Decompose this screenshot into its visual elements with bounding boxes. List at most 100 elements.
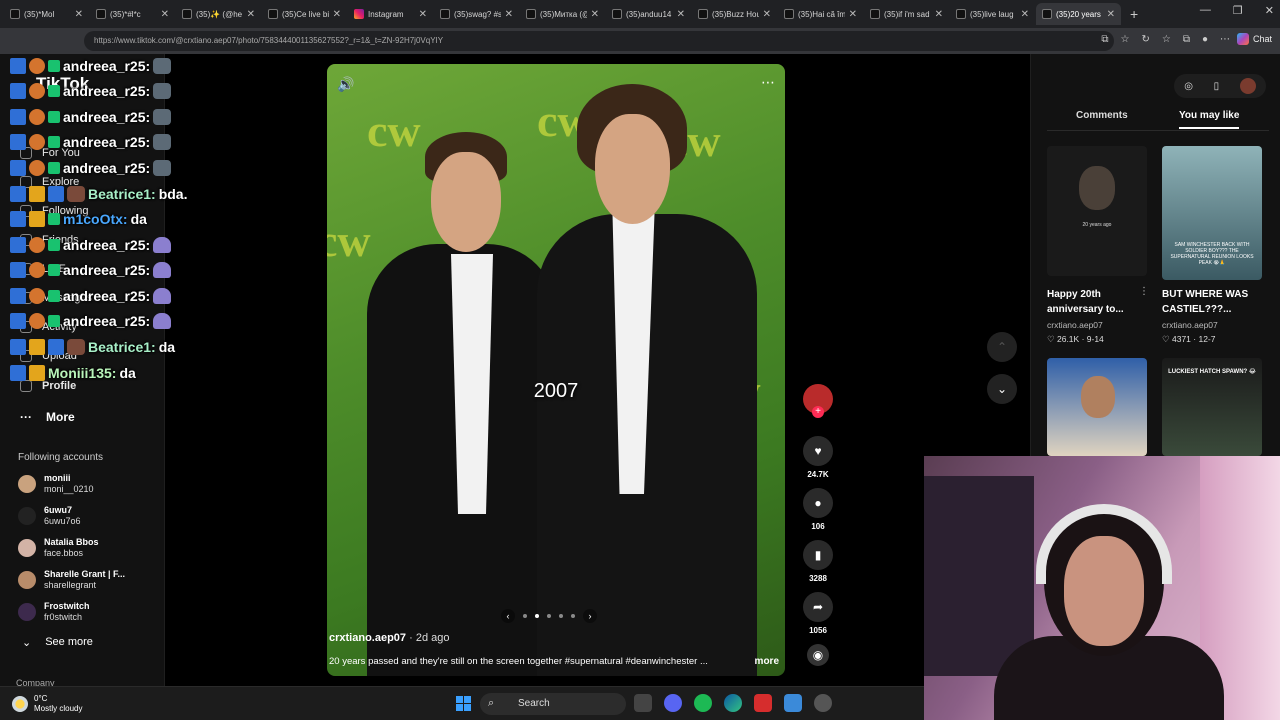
maximize-icon[interactable]: ❐ <box>1233 4 1243 17</box>
close-icon[interactable]: ✕ <box>763 9 771 20</box>
close-icon[interactable]: ✕ <box>591 9 599 20</box>
store-icon[interactable] <box>784 694 802 712</box>
close-window-icon[interactable]: ✕ <box>1265 4 1274 17</box>
like-button[interactable]: ♥ 24.7K <box>800 436 836 479</box>
collections-icon[interactable]: ⧉ <box>1183 34 1190 45</box>
spotify-icon[interactable] <box>694 694 712 712</box>
browser-tab-bar: (35)*Mol ✕ (35)*#l*c ✕ (35)✨ (@he ✕ (35)Ce … <box>0 0 1280 28</box>
browser-tab[interactable]: (35)Buzz Hou ✕ <box>692 3 777 25</box>
carousel-dot[interactable] <box>547 614 551 618</box>
browser-tab[interactable]: (35)*#l*c ✕ <box>90 3 175 25</box>
browser-tab[interactable]: (35)swag? #s ✕ <box>434 3 519 25</box>
browser-tab[interactable]: (35)*Mol ✕ <box>4 3 89 25</box>
suggested-title[interactable]: Happy 20th anniversary to... <box>1047 287 1139 317</box>
carousel-dot[interactable] <box>559 614 563 618</box>
suggested-title[interactable]: BUT WHERE WAS CASTIEL???... <box>1162 287 1254 317</box>
prev-photo-button[interactable]: ‹ <box>501 609 515 623</box>
phone-icon[interactable]: ▯ <box>1214 81 1220 92</box>
next-post-button[interactable]: ⌄ <box>987 374 1017 404</box>
close-icon[interactable]: ✕ <box>1021 9 1029 20</box>
task-view-icon[interactable] <box>634 694 652 712</box>
more-button[interactable]: ··· More <box>20 410 75 424</box>
browser-tab[interactable]: Instagram ✕ <box>348 3 433 25</box>
app-icon[interactable] <box>754 694 772 712</box>
volume-icon[interactable]: 🔊 <box>337 76 354 93</box>
suggested-thumbnail[interactable]: 20 years ago <box>1047 146 1147 276</box>
close-icon[interactable]: ✕ <box>1107 9 1115 20</box>
follow-plus-icon[interactable]: + <box>812 406 824 418</box>
author-avatar-button[interactable]: + <box>800 384 836 418</box>
copilot-chat-button[interactable]: Chat <box>1236 33 1272 45</box>
windows-start-icon[interactable] <box>456 696 471 711</box>
see-more-button[interactable]: ⌄ See more <box>22 636 93 649</box>
extensions-icon[interactable]: ⧉ <box>1101 34 1108 45</box>
browser-tab[interactable]: (35)if i'm sad ✕ <box>864 3 949 25</box>
heart-outline-icon: ♡ <box>1047 334 1057 344</box>
tab-you-may-like[interactable]: You may like <box>1179 110 1240 129</box>
suggested-user[interactable]: crxtiano.aep07 <box>1162 320 1218 330</box>
music-disc-button[interactable]: ◉ <box>800 644 836 666</box>
close-icon[interactable]: ✕ <box>247 9 255 20</box>
post-author[interactable]: crxtiano.aep07 · 2d ago <box>329 632 449 644</box>
discord-icon[interactable] <box>664 694 682 712</box>
browser-tab[interactable]: (35)✨ (@he ✕ <box>176 3 261 25</box>
new-tab-button[interactable]: + <box>1130 6 1138 22</box>
close-icon[interactable]: ✕ <box>505 9 513 20</box>
close-icon[interactable]: ✕ <box>849 9 857 20</box>
following-account[interactable]: Frostwitch fr0stwitch <box>18 601 90 623</box>
carousel-dot[interactable] <box>523 614 527 618</box>
compass-icon[interactable]: ◎ <box>1184 81 1193 92</box>
share-button[interactable]: ➦ 1056 <box>800 592 836 635</box>
previous-post-button[interactable]: ⌃ <box>987 332 1017 362</box>
comment-button[interactable]: ● 106 <box>800 488 836 531</box>
caption-more-button[interactable]: more <box>755 656 779 667</box>
suggested-thumbnail[interactable]: LUCKIEST HATCH SPAWN? 😂 <box>1162 358 1262 456</box>
address-bar-row: https://www.tiktok.com/@crxtiano.aep07/p… <box>0 28 1280 54</box>
avatar[interactable] <box>1239 78 1256 94</box>
following-accounts-header: Following accounts <box>18 452 104 463</box>
suggested-thumbnail[interactable]: SAM WINCHESTER BACK WITH SOLDIER BOY??? … <box>1162 146 1262 280</box>
refresh-icon[interactable]: ↻ <box>1141 34 1149 45</box>
star-icon[interactable]: ☆ <box>1120 34 1129 45</box>
following-account[interactable]: Sharelle Grant | F... sharellegrant <box>18 569 125 591</box>
browser-tab[interactable]: (35)Ce live bi ✕ <box>262 3 347 25</box>
following-account[interactable]: 6uwu7 6uwu7o6 <box>18 505 81 527</box>
carousel-dot[interactable] <box>535 614 539 618</box>
following-account[interactable]: moniii moni__0210 <box>18 473 94 495</box>
edge-icon[interactable] <box>724 694 742 712</box>
following-account[interactable]: Natalia Bbos face.bbos <box>18 537 99 559</box>
carousel-dot[interactable] <box>571 614 575 618</box>
close-icon[interactable]: ✕ <box>161 9 169 20</box>
url-field[interactable]: https://www.tiktok.com/@crxtiano.aep07/p… <box>84 31 1114 51</box>
taskbar-search[interactable]: ⌕ Search <box>480 693 626 715</box>
next-photo-button[interactable]: › <box>583 609 597 623</box>
browser-tab[interactable]: (35)Hai că îm ✕ <box>778 3 863 25</box>
close-icon[interactable]: ✕ <box>75 9 83 20</box>
search-icon: ⌕ <box>488 697 495 709</box>
close-icon[interactable]: ✕ <box>419 9 427 20</box>
menu-icon[interactable]: ⋯ <box>1220 34 1230 45</box>
browser-tab[interactable]: (35)anduu14 ✕ <box>606 3 691 25</box>
browser-tab[interactable]: (35)Митка (@ ✕ <box>520 3 605 25</box>
close-icon[interactable]: ✕ <box>333 9 341 20</box>
photo-post[interactable]: cw cw cw cw cw cw 🔊 ⋯ 2007 ‹ › crxtiano.… <box>327 64 785 676</box>
badge-icon <box>48 85 60 97</box>
close-icon[interactable]: ✕ <box>935 9 943 20</box>
favorites-icon[interactable]: ☆ <box>1162 34 1171 45</box>
minimize-icon[interactable]: — <box>1200 4 1211 17</box>
suggested-thumbnail[interactable] <box>1047 358 1147 456</box>
browser-tab[interactable]: (35)live laug ✕ <box>950 3 1035 25</box>
close-icon[interactable]: ✕ <box>677 9 685 20</box>
badge-icon <box>48 162 60 174</box>
more-options-icon[interactable]: ⋮ <box>1139 286 1149 297</box>
weather-widget[interactable]: 0°C Mostly cloudy <box>12 694 82 714</box>
music-disc-icon: ◉ <box>807 644 829 666</box>
save-button[interactable]: ▮ 3288 <box>800 540 836 583</box>
chat-message: andreea_r25: <box>10 107 172 127</box>
tab-comments[interactable]: Comments <box>1076 110 1128 121</box>
browser-tab-active[interactable]: (35)20 years ✕ <box>1036 3 1121 25</box>
profile-icon[interactable]: ● <box>1202 34 1208 45</box>
more-options-icon[interactable]: ⋯ <box>761 74 775 91</box>
suggested-user[interactable]: crxtiano.aep07 <box>1047 320 1103 330</box>
app-icon[interactable] <box>814 694 832 712</box>
